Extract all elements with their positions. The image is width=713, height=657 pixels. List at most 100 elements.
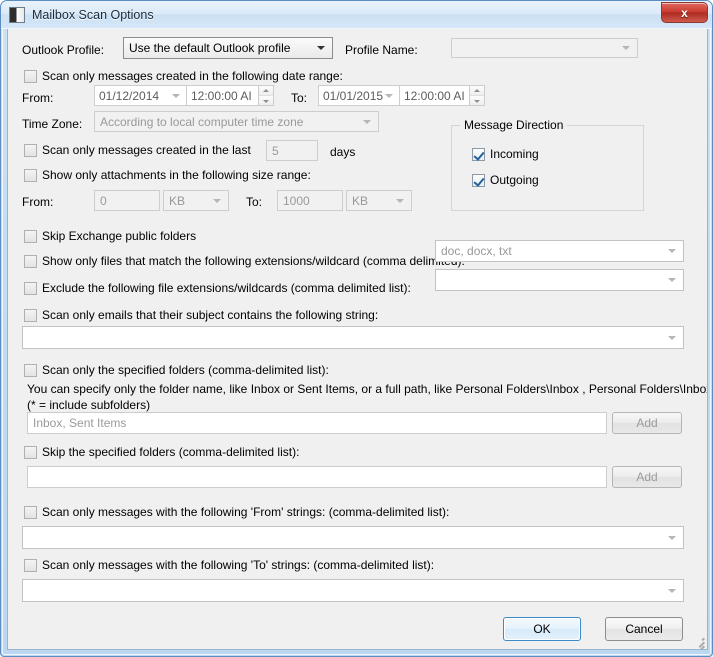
spinner-up-icon[interactable] xyxy=(259,86,273,96)
exclude-extensions-label: Exclude the following file extensions/wi… xyxy=(42,281,411,295)
last-days-input[interactable]: 5 xyxy=(266,140,318,161)
scan-folders-input[interactable]: Inbox, Sent Items xyxy=(27,412,607,434)
date-from-label: From: xyxy=(22,91,54,105)
size-to-unit-combo[interactable]: KB xyxy=(346,190,412,211)
size-to-input[interactable]: 1000 xyxy=(277,190,343,211)
include-extensions-label: Show only files that match the following… xyxy=(42,254,465,268)
chevron-down-icon xyxy=(396,198,404,203)
profile-name-label: Profile Name: xyxy=(345,43,418,57)
date-to-label: To: xyxy=(291,91,308,105)
checkbox-box xyxy=(24,282,37,295)
to-date-value: 01/01/2015 xyxy=(323,88,384,103)
date-range-checkbox-label: Scan only messages created in the follow… xyxy=(42,69,343,83)
chevron-down-icon xyxy=(622,46,630,50)
skip-folders-input[interactable] xyxy=(27,466,607,488)
subject-contains-label: Scan only emails that their subject cont… xyxy=(42,308,379,322)
size-to-label: To: xyxy=(246,195,263,209)
exclude-extensions-combo[interactable] xyxy=(435,269,684,291)
include-extensions-value: doc, docx, txt xyxy=(441,244,512,258)
from-strings-checkbox-label: Scan only messages with the following 'F… xyxy=(42,505,450,519)
scan-folders-add-button[interactable]: Add xyxy=(612,412,682,434)
dialog-client-area: Outlook Profile: Use the default Outlook… xyxy=(7,29,708,650)
ok-button[interactable]: OK xyxy=(503,617,581,641)
scan-folders-checkbox[interactable]: Scan only the specified folders (comma-d… xyxy=(24,364,329,377)
size-range-checkbox-label: Show only attachments in the following s… xyxy=(42,168,311,182)
checkbox-box xyxy=(24,230,37,243)
outgoing-checkbox[interactable]: Outgoing xyxy=(472,174,539,187)
last-days-unit-label: days xyxy=(330,145,356,159)
checkbox-box xyxy=(24,255,37,268)
skip-folders-checkbox-label: Skip the specified folders (comma-delimi… xyxy=(42,445,300,459)
chevron-down-icon xyxy=(668,535,676,540)
title-bar: Mailbox Scan Options x xyxy=(1,1,712,29)
scan-folders-checkbox-label: Scan only the specified folders (comma-d… xyxy=(42,363,329,377)
spinner-down-icon[interactable] xyxy=(470,96,484,105)
size-from-unit-combo[interactable]: KB xyxy=(163,190,229,211)
last-days-checkbox-label: Scan only messages created in the last xyxy=(42,143,251,157)
outlook-profile-combo[interactable]: Use the default Outlook profile xyxy=(123,37,333,59)
checkbox-box xyxy=(24,506,37,519)
profile-name-combo[interactable] xyxy=(451,38,638,58)
skip-public-folders-label: Skip Exchange public folders xyxy=(42,229,197,243)
from-strings-checkbox[interactable]: Scan only messages with the following 'F… xyxy=(24,506,449,519)
subject-contains-checkbox[interactable]: Scan only emails that their subject cont… xyxy=(24,309,378,322)
exclude-extensions-checkbox[interactable]: Exclude the following file extensions/wi… xyxy=(24,282,411,295)
chevron-down-icon xyxy=(363,119,371,124)
to-time-field[interactable]: 12:00:00 AI xyxy=(400,85,470,106)
last-days-checkbox[interactable]: Scan only messages created in the last xyxy=(24,144,251,157)
close-button[interactable]: x xyxy=(661,2,708,23)
checkbox-box xyxy=(472,148,485,161)
mailbox-scan-options-window: Mailbox Scan Options x Outlook Profile: … xyxy=(0,0,713,657)
to-date-field[interactable]: 01/01/2015 xyxy=(318,85,400,106)
mailbox-icon xyxy=(9,7,25,23)
size-from-input[interactable]: 0 xyxy=(94,190,160,211)
checkbox-box xyxy=(24,309,37,322)
to-datetime-picker[interactable]: 01/01/2015 12:00:00 AI xyxy=(318,85,485,106)
to-strings-checkbox[interactable]: Scan only messages with the following 'T… xyxy=(24,559,434,572)
scan-folders-hint-line2: (* = include subfolders) xyxy=(27,398,151,412)
skip-public-folders-checkbox[interactable]: Skip Exchange public folders xyxy=(24,230,196,243)
message-direction-groupbox: Message Direction Incoming Outgoing xyxy=(451,118,644,211)
to-strings-combo[interactable] xyxy=(22,579,684,602)
incoming-checkbox[interactable]: Incoming xyxy=(472,148,539,161)
spinner-up-icon[interactable] xyxy=(470,86,484,96)
checkbox-box xyxy=(24,70,37,83)
from-datetime-picker[interactable]: 01/12/2014 12:00:00 AI xyxy=(94,85,274,106)
skip-folders-add-button[interactable]: Add xyxy=(612,466,682,488)
size-range-checkbox[interactable]: Show only attachments in the following s… xyxy=(24,169,311,182)
subject-contains-combo[interactable] xyxy=(22,326,684,349)
to-time-spinner[interactable] xyxy=(470,85,485,106)
to-strings-checkbox-label: Scan only messages with the following 'T… xyxy=(42,558,435,572)
calendar-chevron-down-icon xyxy=(172,93,180,98)
resize-grip[interactable] xyxy=(693,635,705,649)
cancel-button[interactable]: Cancel xyxy=(605,617,683,641)
incoming-label: Incoming xyxy=(490,147,539,161)
checkbox-box xyxy=(24,446,37,459)
size-from-label: From: xyxy=(22,195,54,209)
include-extensions-checkbox[interactable]: Show only files that match the following… xyxy=(24,255,465,268)
chevron-down-icon xyxy=(213,198,221,203)
from-time-field[interactable]: 12:00:00 AI xyxy=(187,85,259,106)
from-time-value: 12:00:00 AI xyxy=(191,88,252,103)
size-from-value: 0 xyxy=(100,193,107,208)
size-to-unit-value: KB xyxy=(352,193,369,208)
from-strings-combo[interactable] xyxy=(22,526,684,549)
checkbox-box xyxy=(472,174,485,187)
checkbox-box xyxy=(24,144,37,157)
message-direction-title: Message Direction xyxy=(460,118,568,132)
to-time-value: 12:00:00 AI xyxy=(404,88,465,103)
outlook-profile-value: Use the default Outlook profile xyxy=(129,41,291,55)
chevron-down-icon xyxy=(668,278,676,282)
from-date-field[interactable]: 01/12/2014 xyxy=(94,85,187,106)
from-date-value: 01/12/2014 xyxy=(99,88,160,103)
time-zone-combo[interactable]: According to local computer time zone xyxy=(94,111,379,132)
size-to-value: 1000 xyxy=(283,193,310,208)
from-time-spinner[interactable] xyxy=(259,85,274,106)
calendar-chevron-down-icon xyxy=(385,93,393,98)
chevron-down-icon xyxy=(668,588,676,593)
date-range-checkbox[interactable]: Scan only messages created in the follow… xyxy=(24,70,343,83)
skip-folders-checkbox[interactable]: Skip the specified folders (comma-delimi… xyxy=(24,446,299,459)
spinner-down-icon[interactable] xyxy=(259,96,273,105)
time-zone-label: Time Zone: xyxy=(22,117,83,131)
include-extensions-combo[interactable]: doc, docx, txt xyxy=(435,240,684,262)
